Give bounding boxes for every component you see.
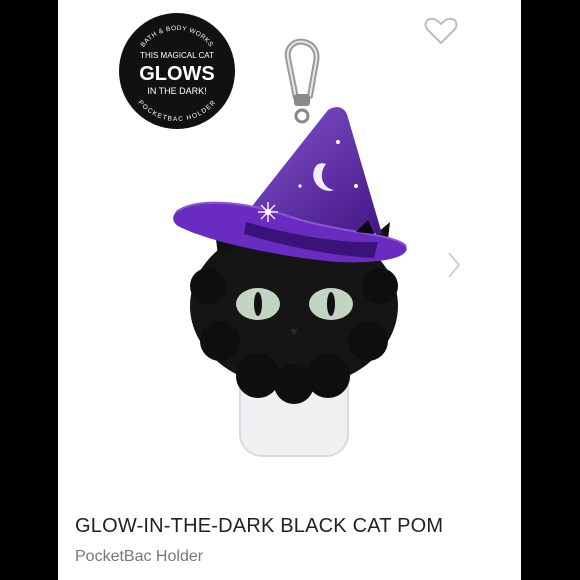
product-image — [173, 38, 407, 457]
heart-outline-icon[interactable] — [424, 16, 458, 46]
witch-hat — [173, 107, 407, 263]
chevron-right-icon[interactable] — [446, 250, 462, 280]
carabiner-clip — [284, 38, 320, 124]
product-subtitle: PocketBac Holder — [75, 548, 204, 565]
product-title[interactable]: GLOW-IN-THE-DARK BLACK CAT POM — [75, 515, 443, 538]
product-card: BATH & BODY WORKS THIS MAGICAL CAT GLOWS… — [58, 0, 521, 580]
